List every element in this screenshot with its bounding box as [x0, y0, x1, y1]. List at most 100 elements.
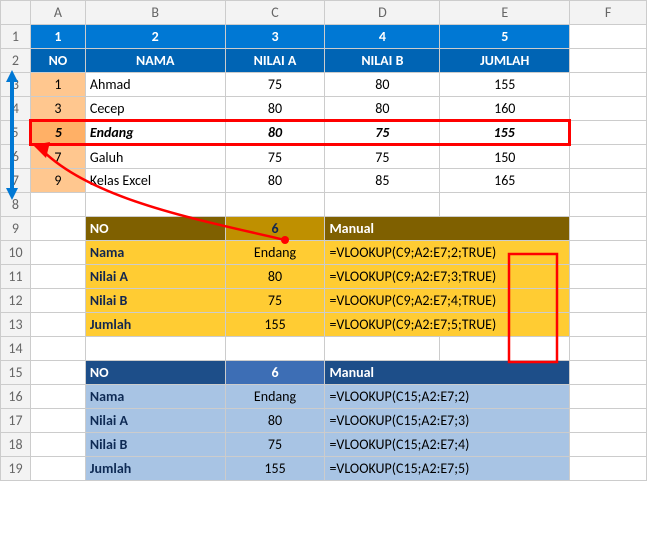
- cell[interactable]: 80: [325, 73, 440, 97]
- col-header-B[interactable]: B: [85, 1, 225, 25]
- row-header[interactable]: 5: [1, 121, 31, 145]
- cell[interactable]: [570, 169, 647, 193]
- cell[interactable]: =VLOOKUP(C15;A2:E7;4): [325, 433, 570, 457]
- cell[interactable]: [570, 433, 647, 457]
- cell[interactable]: [440, 337, 570, 361]
- col-header-F[interactable]: F: [570, 1, 647, 25]
- row-header[interactable]: 2: [1, 49, 31, 73]
- cell[interactable]: =VLOOKUP(C15;A2:E7;3): [325, 409, 570, 433]
- cell[interactable]: 75: [225, 289, 325, 313]
- cell[interactable]: [30, 241, 85, 265]
- row-header[interactable]: 3: [1, 73, 31, 97]
- cell[interactable]: =VLOOKUP(C15;A2:E7;5): [325, 457, 570, 481]
- cell[interactable]: 3: [225, 25, 325, 49]
- cell[interactable]: Ahmad: [85, 73, 225, 97]
- cell[interactable]: 155: [225, 457, 325, 481]
- cell[interactable]: 160: [440, 97, 570, 121]
- row-header[interactable]: 17: [1, 409, 31, 433]
- cell[interactable]: Nilai A: [85, 265, 225, 289]
- cell[interactable]: 3: [30, 97, 85, 121]
- cell[interactable]: [570, 25, 647, 49]
- cell[interactable]: 5: [440, 25, 570, 49]
- cell[interactable]: =VLOOKUP(C9;A2:E7;3;TRUE): [325, 265, 570, 289]
- cell[interactable]: Kelas Excel: [85, 169, 225, 193]
- cell[interactable]: [325, 337, 440, 361]
- cell[interactable]: =VLOOKUP(C9;A2:E7;4;TRUE): [325, 289, 570, 313]
- cell[interactable]: 9: [30, 169, 85, 193]
- cell[interactable]: [570, 289, 647, 313]
- row-header[interactable]: 19: [1, 457, 31, 481]
- cell[interactable]: [570, 217, 647, 241]
- cell[interactable]: 75: [225, 433, 325, 457]
- cell[interactable]: Cecep: [85, 97, 225, 121]
- cell[interactable]: [570, 241, 647, 265]
- cell[interactable]: Nilai A: [85, 409, 225, 433]
- cell[interactable]: [570, 361, 647, 385]
- cell[interactable]: [225, 193, 325, 217]
- cell[interactable]: [570, 193, 647, 217]
- cell[interactable]: [30, 313, 85, 337]
- cell-highlighted[interactable]: 75: [325, 121, 440, 145]
- cell[interactable]: [30, 265, 85, 289]
- cell[interactable]: NILAI B: [325, 49, 440, 73]
- cell[interactable]: [570, 409, 647, 433]
- col-header-C[interactable]: C: [225, 1, 325, 25]
- cell[interactable]: Manual: [325, 217, 570, 241]
- cell[interactable]: 6: [225, 361, 325, 385]
- cell[interactable]: [30, 433, 85, 457]
- row-header[interactable]: 9: [1, 217, 31, 241]
- spreadsheet-grid[interactable]: A B C D E F 1 1 2 3 4 5 2 NO NAMA NILAI …: [0, 0, 647, 481]
- cell[interactable]: 155: [225, 313, 325, 337]
- cell[interactable]: 80: [225, 169, 325, 193]
- row-header[interactable]: 11: [1, 265, 31, 289]
- cell[interactable]: [30, 385, 85, 409]
- cell[interactable]: Nama: [85, 241, 225, 265]
- cell[interactable]: [30, 193, 85, 217]
- cell[interactable]: NILAI A: [225, 49, 325, 73]
- row-header[interactable]: 1: [1, 25, 31, 49]
- cell[interactable]: [570, 265, 647, 289]
- cell[interactable]: 165: [440, 169, 570, 193]
- cell[interactable]: Endang: [225, 385, 325, 409]
- cell[interactable]: 7: [30, 145, 85, 169]
- cell[interactable]: Jumlah: [85, 457, 225, 481]
- cell[interactable]: 80: [325, 97, 440, 121]
- row-header[interactable]: 6: [1, 145, 31, 169]
- cell[interactable]: [440, 193, 570, 217]
- cell[interactable]: Jumlah: [85, 313, 225, 337]
- cell[interactable]: NO: [30, 49, 85, 73]
- cell-highlighted[interactable]: Endang: [85, 121, 225, 145]
- cell[interactable]: [570, 49, 647, 73]
- cell[interactable]: [225, 337, 325, 361]
- cell[interactable]: [85, 337, 225, 361]
- cell[interactable]: [30, 289, 85, 313]
- cell[interactable]: [30, 217, 85, 241]
- cell-highlighted[interactable]: 155: [440, 121, 570, 145]
- cell[interactable]: NAMA: [85, 49, 225, 73]
- cell[interactable]: 1: [30, 73, 85, 97]
- row-header[interactable]: 13: [1, 313, 31, 337]
- cell[interactable]: Nilai B: [85, 433, 225, 457]
- cell[interactable]: 75: [325, 145, 440, 169]
- row-header[interactable]: 18: [1, 433, 31, 457]
- cell[interactable]: [570, 337, 647, 361]
- col-header-D[interactable]: D: [325, 1, 440, 25]
- cell[interactable]: [30, 409, 85, 433]
- cell[interactable]: JUMLAH: [440, 49, 570, 73]
- cell-highlighted[interactable]: 5: [30, 121, 85, 145]
- row-header[interactable]: 8: [1, 193, 31, 217]
- cell[interactable]: Galuh: [85, 145, 225, 169]
- cell[interactable]: 80: [225, 265, 325, 289]
- cell[interactable]: [85, 193, 225, 217]
- cell[interactable]: NO: [85, 361, 225, 385]
- row-header[interactable]: 14: [1, 337, 31, 361]
- cell[interactable]: [570, 97, 647, 121]
- cell[interactable]: 80: [225, 97, 325, 121]
- cell[interactable]: 80: [225, 409, 325, 433]
- cell[interactable]: Nama: [85, 385, 225, 409]
- cell[interactable]: [325, 193, 440, 217]
- cell[interactable]: [30, 457, 85, 481]
- cell[interactable]: [570, 313, 647, 337]
- row-header[interactable]: 12: [1, 289, 31, 313]
- cell[interactable]: 85: [325, 169, 440, 193]
